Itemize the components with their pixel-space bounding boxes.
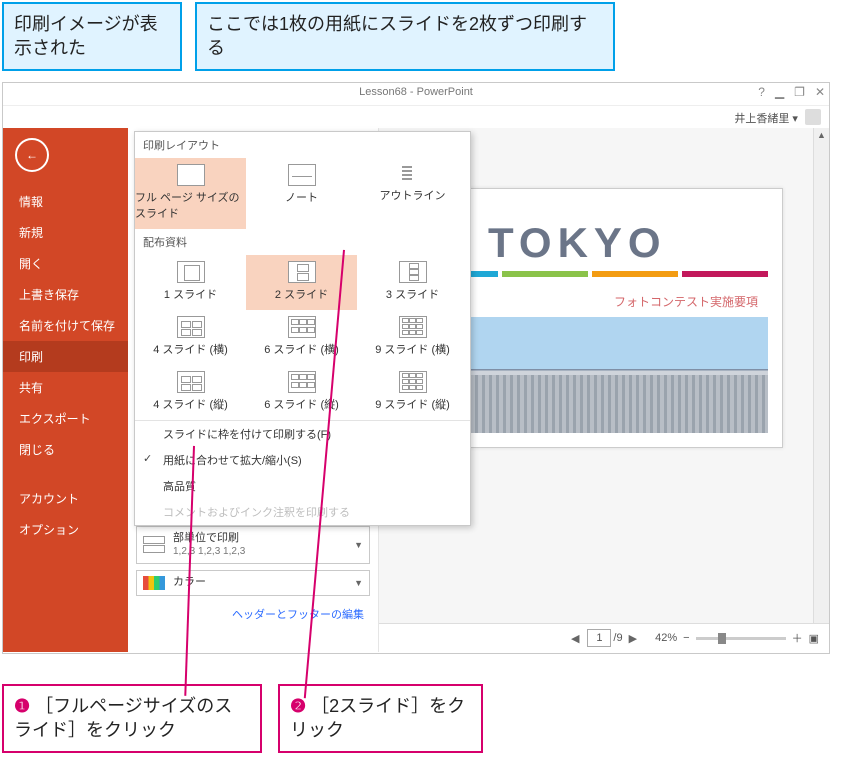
slide-title: TOKYO	[488, 219, 667, 267]
popup-option-2[interactable]: 高品質	[135, 473, 470, 499]
check-icon: ✓	[143, 452, 152, 465]
chevron-down-icon: ▼	[354, 540, 363, 550]
page-total: /9	[613, 632, 622, 644]
handout-option-0[interactable]: 1 スライド	[135, 255, 246, 310]
sidebar-item-8[interactable]: 閉じる	[3, 434, 128, 465]
collate-dropdown-sub: 1,2,3 1,2,3 1,2,3	[173, 546, 245, 558]
sidebar-item-5[interactable]: 印刷	[3, 341, 128, 372]
title-bar: Lesson68 - PowerPoint ? ▁ ❐ ✕	[3, 83, 829, 106]
annotation-callout-print-image-shown: 印刷イメージが表示された	[2, 2, 182, 71]
sidebar-item-3[interactable]: 上書き保存	[3, 279, 128, 310]
annotation-step-2: ❷ ［2スライド］をクリック	[278, 684, 483, 753]
handout-icon	[288, 261, 316, 283]
user-row: 井上香緒里 ▾	[3, 106, 829, 128]
layout-icon	[177, 164, 205, 186]
close-button[interactable]: ✕	[815, 85, 825, 99]
annotation-step-1: ❶ ［フルページサイズのスライド］をクリック	[2, 684, 262, 753]
handout-icon	[399, 316, 427, 338]
sidebar-item-0[interactable]: 情報	[3, 186, 128, 217]
layout-popup-menu: 印刷レイアウト フル ページ サイズのスライドノートアウトライン 配布資料 1 …	[134, 131, 471, 526]
color-dropdown[interactable]: カラー ▼	[136, 570, 370, 596]
handout-icon	[288, 371, 316, 393]
collate-dropdown-title: 部単位で印刷	[173, 532, 245, 545]
handout-icon	[177, 261, 205, 283]
sidebar-item-1[interactable]: 新規	[3, 217, 128, 248]
sidebar-item-6[interactable]: 共有	[3, 372, 128, 403]
handout-option-5[interactable]: 9 スライド (横)	[357, 310, 468, 365]
page-number-input[interactable]: 1	[587, 629, 611, 647]
sidebar-item-7[interactable]: エクスポート	[3, 403, 128, 434]
powerpoint-window: Lesson68 - PowerPoint ? ▁ ❐ ✕ 井上香緒里 ▾ ← …	[2, 82, 830, 654]
avatar[interactable]	[805, 109, 821, 125]
layout-option-2[interactable]: アウトライン	[357, 158, 468, 229]
header-footer-edit-link[interactable]: ヘッダーとフッターの編集	[136, 602, 370, 622]
color-icon	[143, 576, 165, 590]
sidebar-item-9[interactable]: アカウント	[3, 483, 128, 514]
preview-scrollbar[interactable]: ▲	[813, 128, 829, 652]
handout-option-4[interactable]: 6 スライド (横)	[246, 310, 357, 365]
popup-section-layout-header: 印刷レイアウト	[135, 132, 470, 158]
handout-option-3[interactable]: 4 スライド (横)	[135, 310, 246, 365]
window-title: Lesson68 - PowerPoint	[359, 86, 473, 98]
page-next-button[interactable]: ▶	[629, 632, 637, 645]
handout-icon	[399, 371, 427, 393]
page-navigation-bar: ◀ 1 /9 ▶ 42% − ＋ ▣	[379, 623, 829, 652]
backstage-sidebar: ← 情報新規開く上書き保存名前を付けて保存印刷共有エクスポート閉じるアカウントオ…	[3, 128, 128, 652]
back-button[interactable]: ←	[15, 138, 49, 172]
back-arrow-icon: ←	[26, 148, 38, 162]
handout-icon	[288, 316, 316, 338]
zoom-slider[interactable]	[696, 637, 786, 640]
stack-icon	[143, 536, 165, 553]
layout-option-1[interactable]: ノート	[246, 158, 357, 229]
handout-option-2[interactable]: 3 スライド	[357, 255, 468, 310]
handout-option-6[interactable]: 4 スライド (縦)	[135, 365, 246, 420]
layout-icon	[288, 164, 316, 186]
popup-option-1[interactable]: ✓用紙に合わせて拡大/縮小(S)	[135, 447, 470, 473]
handout-icon	[177, 316, 205, 338]
restore-button[interactable]: ❐	[794, 85, 805, 99]
minimize-button[interactable]: ▁	[775, 85, 784, 99]
sidebar-item-10[interactable]: オプション	[3, 514, 128, 545]
sidebar-item-2[interactable]: 開く	[3, 248, 128, 279]
layout-option-0[interactable]: フル ページ サイズのスライド	[135, 158, 246, 229]
popup-option-3: コメントおよびインク注釈を印刷する	[135, 499, 470, 525]
zoom-in-button[interactable]: ＋	[792, 630, 803, 646]
handout-icon	[177, 371, 205, 393]
zoom-fit-button[interactable]: ▣	[809, 632, 819, 645]
help-button[interactable]: ?	[758, 85, 765, 99]
handout-option-7[interactable]: 6 スライド (縦)	[246, 365, 357, 420]
handout-icon	[399, 261, 427, 283]
collate-dropdown[interactable]: 部単位で印刷 1,2,3 1,2,3 1,2,3 ▼	[136, 526, 370, 563]
scroll-up-icon[interactable]: ▲	[814, 128, 829, 143]
annotation-callout-two-per-page: ここでは1枚の用紙にスライドを2枚ずつ印刷する	[195, 2, 615, 71]
zoom-level: 42%	[655, 632, 677, 644]
zoom-out-button[interactable]: −	[683, 632, 689, 644]
sidebar-item-4[interactable]: 名前を付けて保存	[3, 310, 128, 341]
popup-section-handout-header: 配布資料	[135, 229, 470, 255]
layout-icon	[400, 164, 426, 184]
slide-subtitle: フォトコンテスト実施要項	[614, 293, 758, 310]
popup-option-0[interactable]: スライドに枠を付けて印刷する(F)	[135, 421, 470, 447]
zoom-thumb[interactable]	[718, 633, 726, 644]
handout-option-8[interactable]: 9 スライド (縦)	[357, 365, 468, 420]
user-name[interactable]: 井上香緒里 ▾	[734, 113, 798, 125]
chevron-down-icon: ▼	[354, 578, 363, 588]
page-prev-button[interactable]: ◀	[571, 632, 579, 645]
